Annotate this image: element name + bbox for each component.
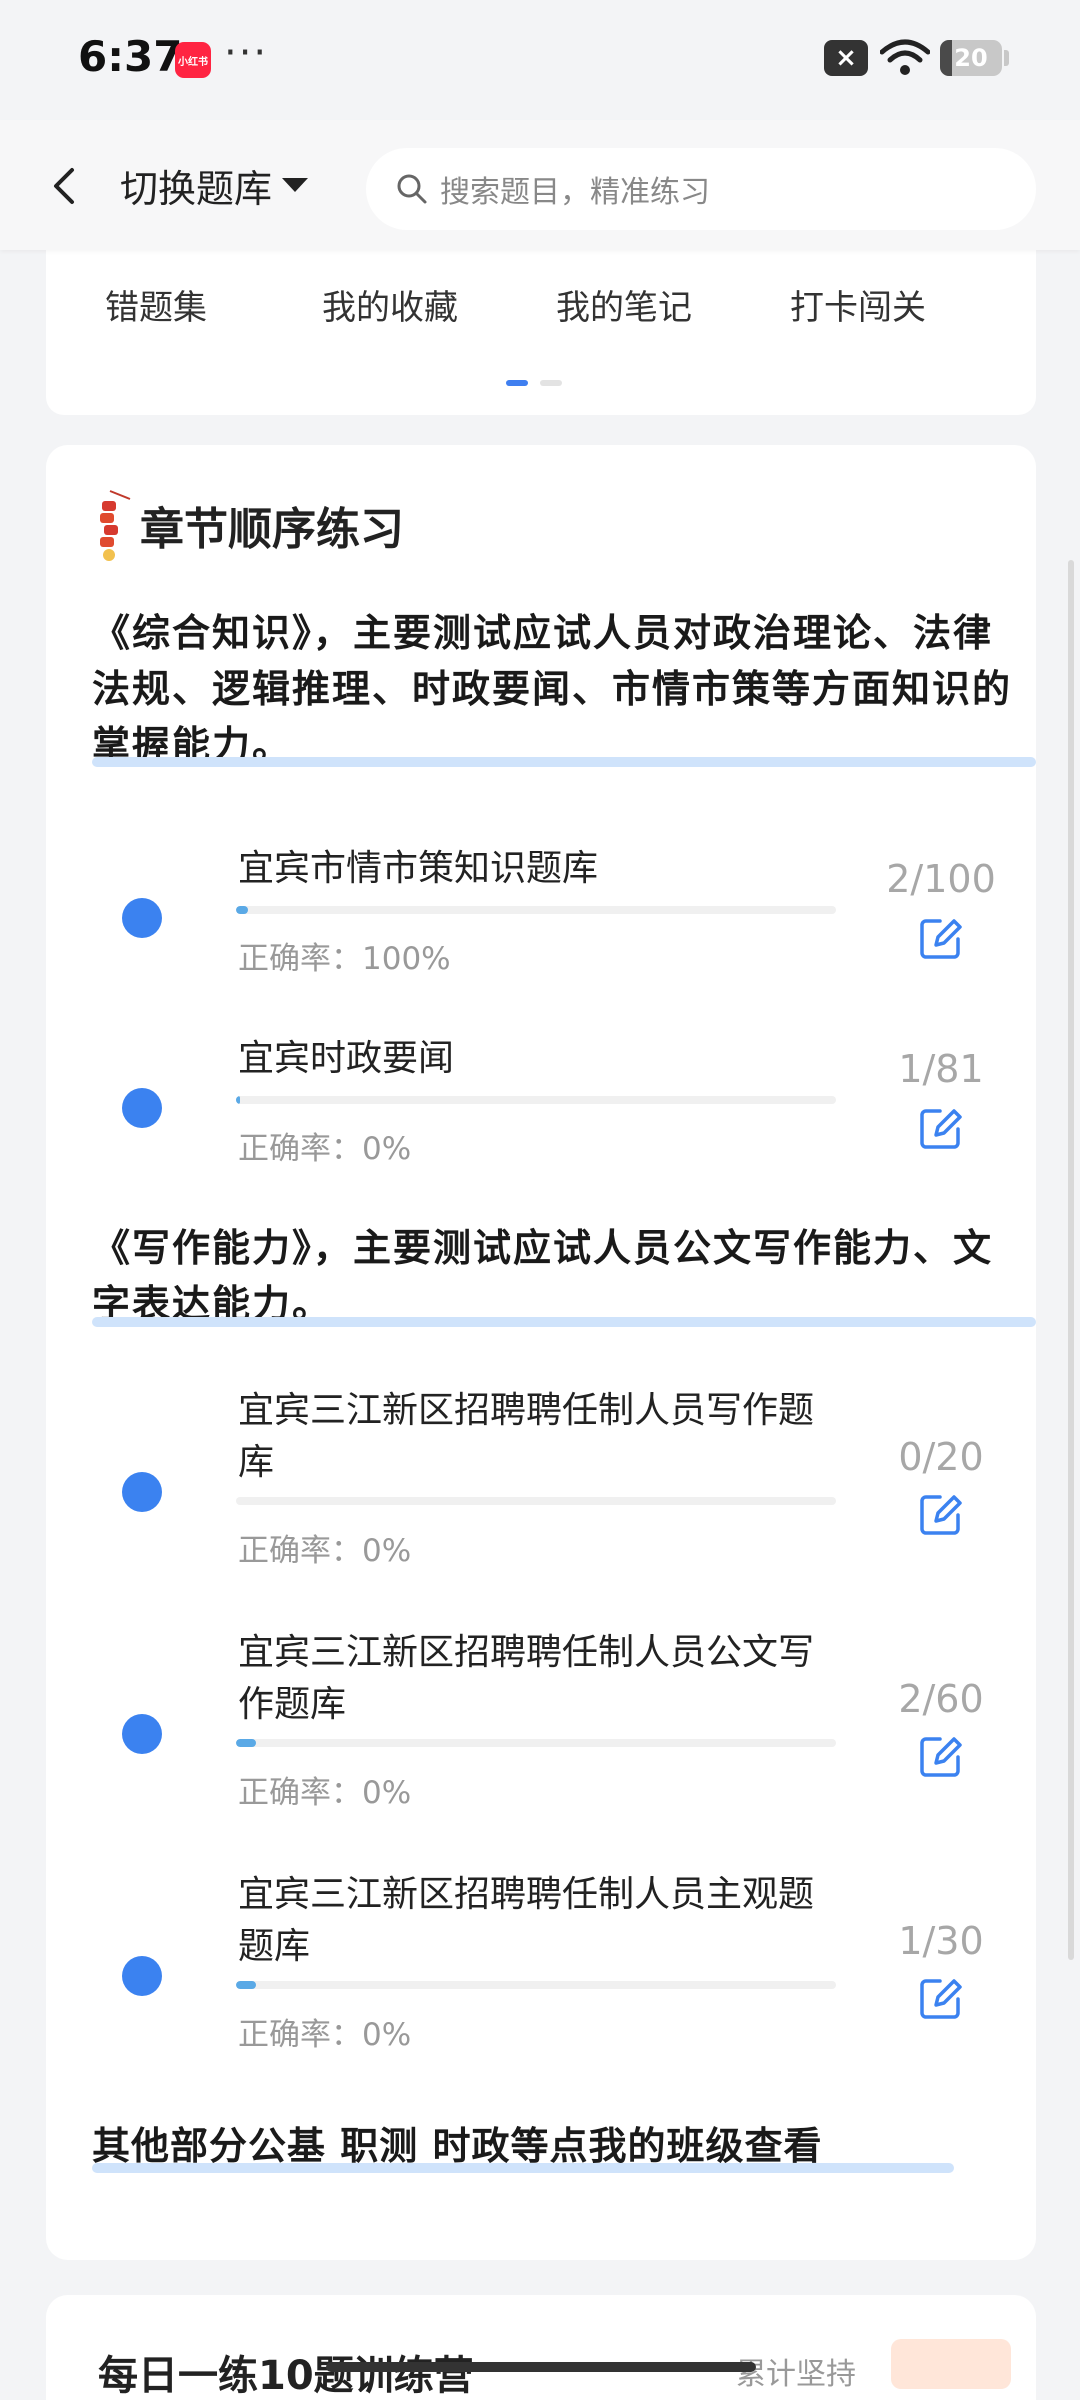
more-notifications-icon: ··· bbox=[224, 30, 269, 76]
progress-track bbox=[236, 1497, 836, 1505]
progress-track bbox=[236, 906, 836, 914]
battery-icon: 20 bbox=[940, 40, 1002, 76]
edit-icon[interactable] bbox=[916, 1489, 966, 1539]
daily-practice-card[interactable]: 每日一练10题训练营 累计坚持 bbox=[46, 2295, 1036, 2400]
item-name: 宜宾市情市策知识题库 bbox=[238, 848, 599, 889]
scrollbar[interactable] bbox=[1068, 560, 1074, 1960]
search-placeholder: 搜索题目，精准练习 bbox=[440, 175, 710, 210]
home-indicator[interactable] bbox=[326, 2362, 756, 2372]
list-item[interactable]: 宜宾三江新区招聘聘任制人员公文写作题库 正确率：0% 2/60 bbox=[46, 1627, 1036, 1847]
progress-count: 0/20 bbox=[898, 1435, 984, 1479]
pager-dot-active bbox=[506, 380, 528, 386]
accuracy-text: 正确率：100% bbox=[238, 941, 451, 977]
back-button[interactable] bbox=[40, 156, 90, 216]
accuracy-text: 正确率：0% bbox=[238, 1131, 412, 1167]
card-title-text: 章节顺序练习 bbox=[140, 504, 404, 555]
status-dot bbox=[122, 1472, 162, 1512]
shortcut-label: 错题集 bbox=[105, 288, 207, 328]
shortcut-pager bbox=[506, 380, 562, 386]
item-name: 宜宾三江新区招聘聘任制人员写作题库 bbox=[238, 1390, 815, 1483]
list-item[interactable]: 宜宾三江新区招聘聘任制人员写作题库 正确率：0% 0/20 bbox=[46, 1385, 1036, 1605]
xiaohongshu-icon: 小红书 bbox=[175, 42, 211, 78]
accuracy-text: 正确率：0% bbox=[238, 1533, 412, 1569]
status-bar: 6:37 小红书 ··· × 20 bbox=[0, 0, 1080, 120]
progress-bar bbox=[236, 906, 248, 914]
list-item[interactable]: 宜宾市情市策知识题库 正确率：100% 2/100 bbox=[46, 825, 1036, 1005]
section-description: 《综合知识》，主要测试应试人员对政治理论、法律法规、逻辑推理、时政要闻、市情市策… bbox=[92, 611, 1013, 767]
section-underline bbox=[92, 757, 1036, 767]
shortcut-label: 我的收藏 bbox=[322, 288, 458, 328]
progress-track bbox=[236, 1739, 836, 1747]
accuracy-text: 正确率：0% bbox=[238, 2017, 412, 2053]
progress-bar bbox=[236, 1981, 256, 1989]
shortcut-label: 打卡闯关 bbox=[790, 288, 926, 328]
status-dot bbox=[122, 1714, 162, 1754]
battery-cap bbox=[1004, 50, 1009, 66]
top-nav: 切换题库 搜索题目，精准练习 bbox=[0, 120, 1080, 250]
section-description: 《写作能力》，主要测试应试人员公文写作能力、文字表达能力。 bbox=[92, 1226, 994, 1326]
search-icon bbox=[397, 174, 427, 204]
progress-count: 2/100 bbox=[886, 857, 996, 901]
no-sim-icon: × bbox=[824, 40, 868, 76]
progress-bar bbox=[236, 1739, 256, 1747]
list-item[interactable]: 宜宾三江新区招聘聘任制人员主观题题库 正确率：0% 1/30 bbox=[46, 1869, 1036, 2089]
edit-icon[interactable] bbox=[916, 913, 966, 963]
item-name: 宜宾三江新区招聘聘任制人员主观题题库 bbox=[238, 1874, 815, 1967]
status-dot bbox=[122, 1956, 162, 1996]
caret-down-icon bbox=[282, 178, 309, 192]
progress-count: 1/30 bbox=[898, 1919, 984, 1963]
chapter-practice-card: 章节顺序练习 《综合知识》，主要测试应试人员对政治理论、法律法规、逻辑推理、时政… bbox=[46, 445, 1036, 2260]
shortcut-label: 我的笔记 bbox=[556, 288, 692, 328]
search-input[interactable]: 搜索题目，精准练习 bbox=[366, 148, 1036, 230]
edit-icon[interactable] bbox=[916, 1973, 966, 2023]
switch-bank-label: 切换题库 bbox=[120, 166, 273, 211]
progress-track bbox=[236, 1981, 836, 1989]
footer-underline bbox=[92, 2163, 954, 2173]
list-item[interactable]: 宜宾时政要闻 正确率：0% 1/81 bbox=[46, 1015, 1036, 1195]
status-dot bbox=[122, 1088, 162, 1128]
switch-bank-dropdown[interactable]: 切换题库 bbox=[120, 160, 309, 211]
progress-track bbox=[236, 1096, 836, 1104]
edit-icon[interactable] bbox=[916, 1731, 966, 1781]
item-name: 宜宾时政要闻 bbox=[238, 1038, 455, 1079]
streak-badge bbox=[891, 2339, 1011, 2389]
status-dot bbox=[122, 898, 162, 938]
wifi-icon bbox=[880, 39, 930, 75]
battery-level: 20 bbox=[954, 44, 988, 72]
item-name: 宜宾三江新区招聘聘任制人员公文写作题库 bbox=[238, 1632, 815, 1725]
my-class-link[interactable]: 其他部分公基 职测 时政等点我的班级查看 bbox=[92, 2115, 822, 2170]
progress-count: 2/60 bbox=[898, 1677, 984, 1721]
edit-icon[interactable] bbox=[916, 1103, 966, 1153]
progress-bar bbox=[236, 1096, 240, 1104]
firecracker-icon bbox=[100, 490, 131, 561]
section-underline bbox=[92, 1317, 1036, 1327]
accuracy-text: 正确率：0% bbox=[238, 1775, 412, 1811]
card-title: 章节顺序练习 bbox=[92, 485, 404, 565]
pager-dot bbox=[540, 380, 562, 386]
progress-count: 1/81 bbox=[898, 1047, 984, 1091]
status-time: 6:37 bbox=[78, 32, 183, 81]
